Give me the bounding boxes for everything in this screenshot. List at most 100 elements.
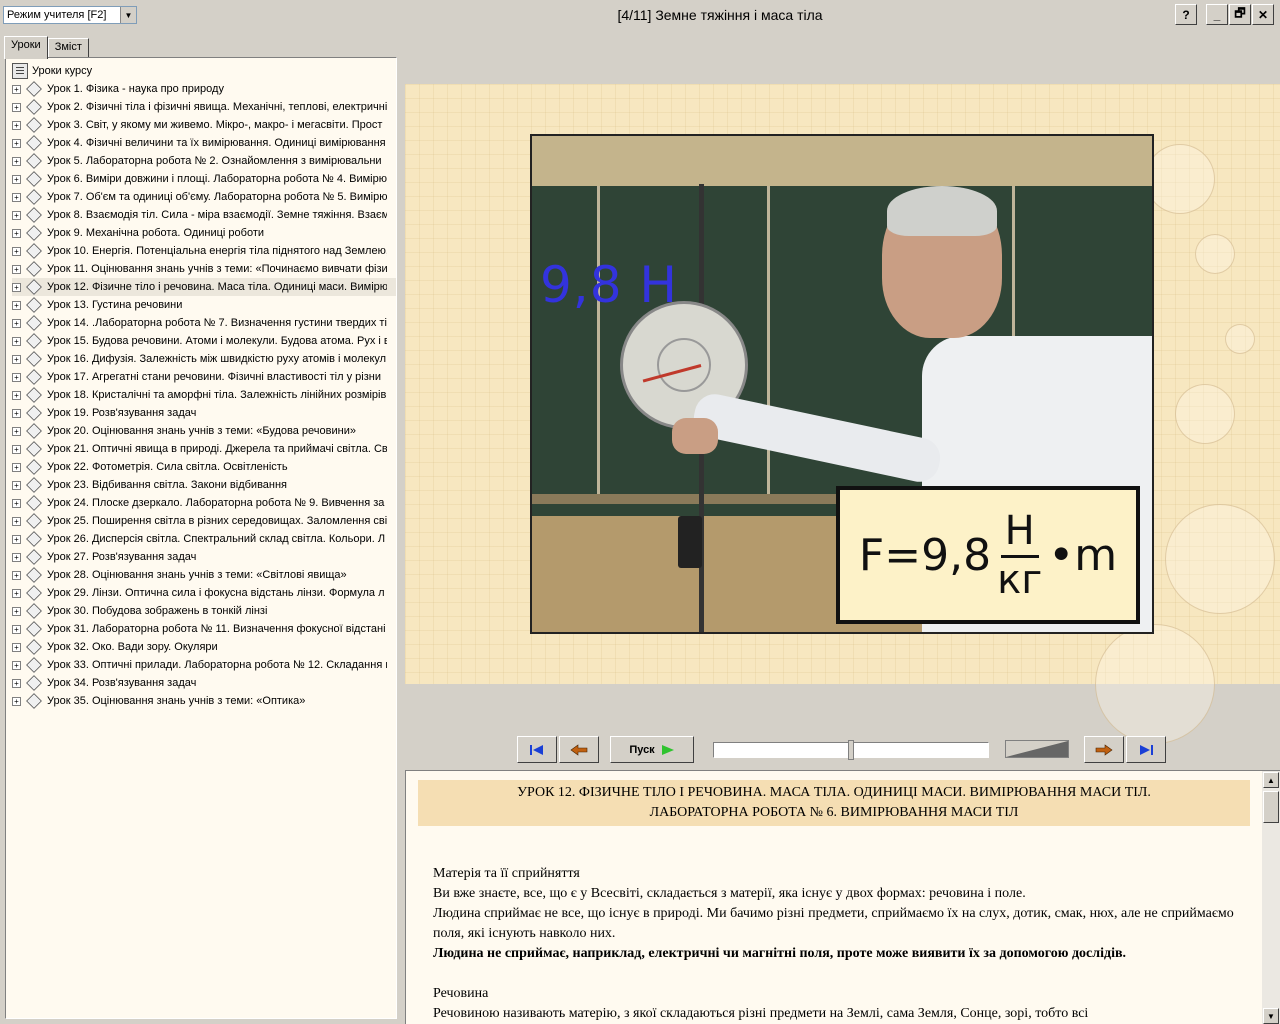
expand-icon[interactable]: +	[12, 372, 21, 382]
expand-icon[interactable]: +	[12, 534, 21, 544]
expand-icon[interactable]: +	[12, 480, 21, 490]
help-button[interactable]: ?	[1175, 4, 1197, 25]
tree-item[interactable]: + Урок 1. Фізика - наука про природу	[12, 80, 396, 98]
expand-icon[interactable]: +	[12, 624, 21, 634]
minimize-button[interactable]: _	[1206, 4, 1228, 25]
bubble-decoration	[1095, 624, 1215, 744]
tree-item[interactable]: + Урок 15. Будова речовини. Атоми і молек…	[12, 332, 396, 350]
tree-item[interactable]: + Урок 21. Оптичні явища в природі. Джере…	[12, 440, 396, 458]
scroll-up-icon[interactable]: ▲	[1263, 772, 1279, 788]
expand-icon[interactable]: +	[12, 264, 21, 274]
volume-slider[interactable]	[1005, 740, 1069, 758]
expand-icon[interactable]: +	[12, 336, 21, 346]
tree-item[interactable]: + Урок 35. Оцінювання знань учнів з теми:…	[12, 692, 396, 710]
expand-icon[interactable]: +	[12, 210, 21, 220]
expand-icon[interactable]: +	[12, 678, 21, 688]
tab-contents[interactable]: Зміст	[47, 38, 89, 58]
close-button[interactable]: ✕	[1252, 4, 1274, 25]
expand-icon[interactable]: +	[12, 642, 21, 652]
expand-icon[interactable]: +	[12, 444, 21, 454]
tree-item[interactable]: + Урок 18. Кристалічні та аморфні тіла. З…	[12, 386, 396, 404]
tree-item[interactable]: + Урок 12. Фізичне тіло і речовина. Маса …	[12, 278, 396, 296]
scrollbar-thumb[interactable]	[1263, 791, 1279, 823]
tree-item[interactable]: + Урок 24. Плоске дзеркало. Лабораторна р…	[12, 494, 396, 512]
progress-knob[interactable]	[848, 740, 854, 760]
tree-item[interactable]: + Урок 9. Механічна робота. Одиниці робот…	[12, 224, 396, 242]
tree-item[interactable]: + Урок 10. Енергія. Потенціальна енергія …	[12, 242, 396, 260]
formula-rhs: •m	[1048, 529, 1118, 581]
expand-icon[interactable]: +	[12, 696, 21, 706]
tree-item[interactable]: + Урок 23. Відбивання світла. Закони відб…	[12, 476, 396, 494]
tree-item[interactable]: + Урок 34. Розв'язування задач	[12, 674, 396, 692]
chevron-down-icon[interactable]: ▼	[120, 7, 136, 23]
tree-item[interactable]: + Урок 5. Лабораторна робота № 2. Ознайом…	[12, 152, 396, 170]
expand-icon[interactable]: +	[12, 120, 21, 130]
tree-item[interactable]: + Урок 33. Оптичні прилади. Лабораторна р…	[12, 656, 396, 674]
expand-icon[interactable]: +	[12, 174, 21, 184]
expand-icon[interactable]: +	[12, 192, 21, 202]
expand-icon[interactable]: +	[12, 588, 21, 598]
tree-item[interactable]: + Урок 11. Оцінювання знань учнів з теми:…	[12, 260, 396, 278]
tree-root[interactable]: Уроки курсу	[12, 62, 92, 80]
tree-item[interactable]: + Урок 17. Агрегатні стани речовини. Фізи…	[12, 368, 396, 386]
tree-item[interactable]: + Урок 26. Дисперсія світла. Спектральний…	[12, 530, 396, 548]
tree-item[interactable]: + Урок 27. Розв'язування задач	[12, 548, 396, 566]
expand-icon[interactable]: +	[12, 246, 21, 256]
tree-item[interactable]: + Урок 6. Виміри довжини і площі. Лаборат…	[12, 170, 396, 188]
expand-icon[interactable]: +	[12, 156, 21, 166]
expand-icon[interactable]: +	[12, 516, 21, 526]
mode-select[interactable]: Режим учителя [F2] ▼	[3, 6, 137, 24]
lesson-icon	[26, 387, 42, 403]
tree-item[interactable]: + Урок 8. Взаємодія тіл. Сила - міра взає…	[12, 206, 396, 224]
expand-icon[interactable]: +	[12, 408, 21, 418]
tree-item[interactable]: + Урок 13. Густина речовини	[12, 296, 396, 314]
window-controls: ? _ 🗗 ✕	[1175, 4, 1274, 25]
expand-icon[interactable]: +	[12, 318, 21, 328]
tree-item[interactable]: + Урок 25. Поширення світла в різних сере…	[12, 512, 396, 530]
expand-icon[interactable]: +	[12, 426, 21, 436]
expand-icon[interactable]: +	[12, 228, 21, 238]
lesson-icon	[26, 459, 42, 475]
prev-button[interactable]	[559, 736, 599, 763]
lesson-icon	[26, 261, 42, 277]
tree-item[interactable]: + Урок 29. Лінзи. Оптична сила і фокусна …	[12, 584, 396, 602]
expand-icon[interactable]: +	[12, 390, 21, 400]
expand-icon[interactable]: +	[12, 570, 21, 580]
tree-item[interactable]: + Урок 3. Світ, у якому ми живемо. Мікро-…	[12, 116, 396, 134]
expand-icon[interactable]: +	[12, 462, 21, 472]
progress-slider[interactable]	[713, 740, 989, 760]
tree-item[interactable]: + Урок 16. Дифузія. Залежність між швидкі…	[12, 350, 396, 368]
expand-icon[interactable]: +	[12, 102, 21, 112]
tree-item-label: Урок 3. Світ, у якому ми живемо. Мікро-,…	[47, 119, 383, 131]
video-player[interactable]: 9,8 Н F=9,8 Н кг •m	[530, 134, 1154, 634]
expand-icon[interactable]: +	[12, 606, 21, 616]
expand-icon[interactable]: +	[12, 660, 21, 670]
tree-item[interactable]: + Урок 4. Фізичні величини та їх вимірюва…	[12, 134, 396, 152]
expand-icon[interactable]: +	[12, 354, 21, 364]
tab-lessons[interactable]: Уроки	[4, 36, 48, 59]
vertical-scrollbar[interactable]: ▲ ▼	[1262, 771, 1280, 1024]
scroll-down-icon[interactable]: ▼	[1263, 1008, 1279, 1024]
tree-item[interactable]: + Урок 14. .Лабораторна робота № 7. Визна…	[12, 314, 396, 332]
expand-icon[interactable]: +	[12, 300, 21, 310]
expand-icon[interactable]: +	[12, 282, 21, 292]
next-button[interactable]	[1084, 736, 1124, 763]
tree-item[interactable]: + Урок 31. Лабораторна робота № 11. Визна…	[12, 620, 396, 638]
tree-item[interactable]: + Урок 2. Фізичні тіла і фізичні явища. М…	[12, 98, 396, 116]
first-button[interactable]	[517, 736, 557, 763]
expand-icon[interactable]: +	[12, 552, 21, 562]
tree-item[interactable]: + Урок 22. Фотометрія. Сила світла. Освіт…	[12, 458, 396, 476]
expand-icon[interactable]: +	[12, 498, 21, 508]
bubble-decoration	[1145, 144, 1215, 214]
tree-item[interactable]: + Урок 32. Око. Вади зору. Окуляри	[12, 638, 396, 656]
tree-item[interactable]: + Урок 19. Розв'язування задач	[12, 404, 396, 422]
tree-item[interactable]: + Урок 28. Оцінювання знань учнів з теми:…	[12, 566, 396, 584]
restore-button[interactable]: 🗗	[1229, 4, 1251, 25]
tree-item[interactable]: + Урок 20. Оцінювання знань учнів з теми:…	[12, 422, 396, 440]
play-button[interactable]: Пуск	[610, 736, 694, 763]
tree-item[interactable]: + Урок 7. Об'єм та одиниці об'єму. Лабора…	[12, 188, 396, 206]
tree-item[interactable]: + Урок 30. Побудова зображень в тонкій лі…	[12, 602, 396, 620]
expand-icon[interactable]: +	[12, 138, 21, 148]
expand-icon[interactable]: +	[12, 84, 21, 94]
last-button[interactable]	[1126, 736, 1166, 763]
